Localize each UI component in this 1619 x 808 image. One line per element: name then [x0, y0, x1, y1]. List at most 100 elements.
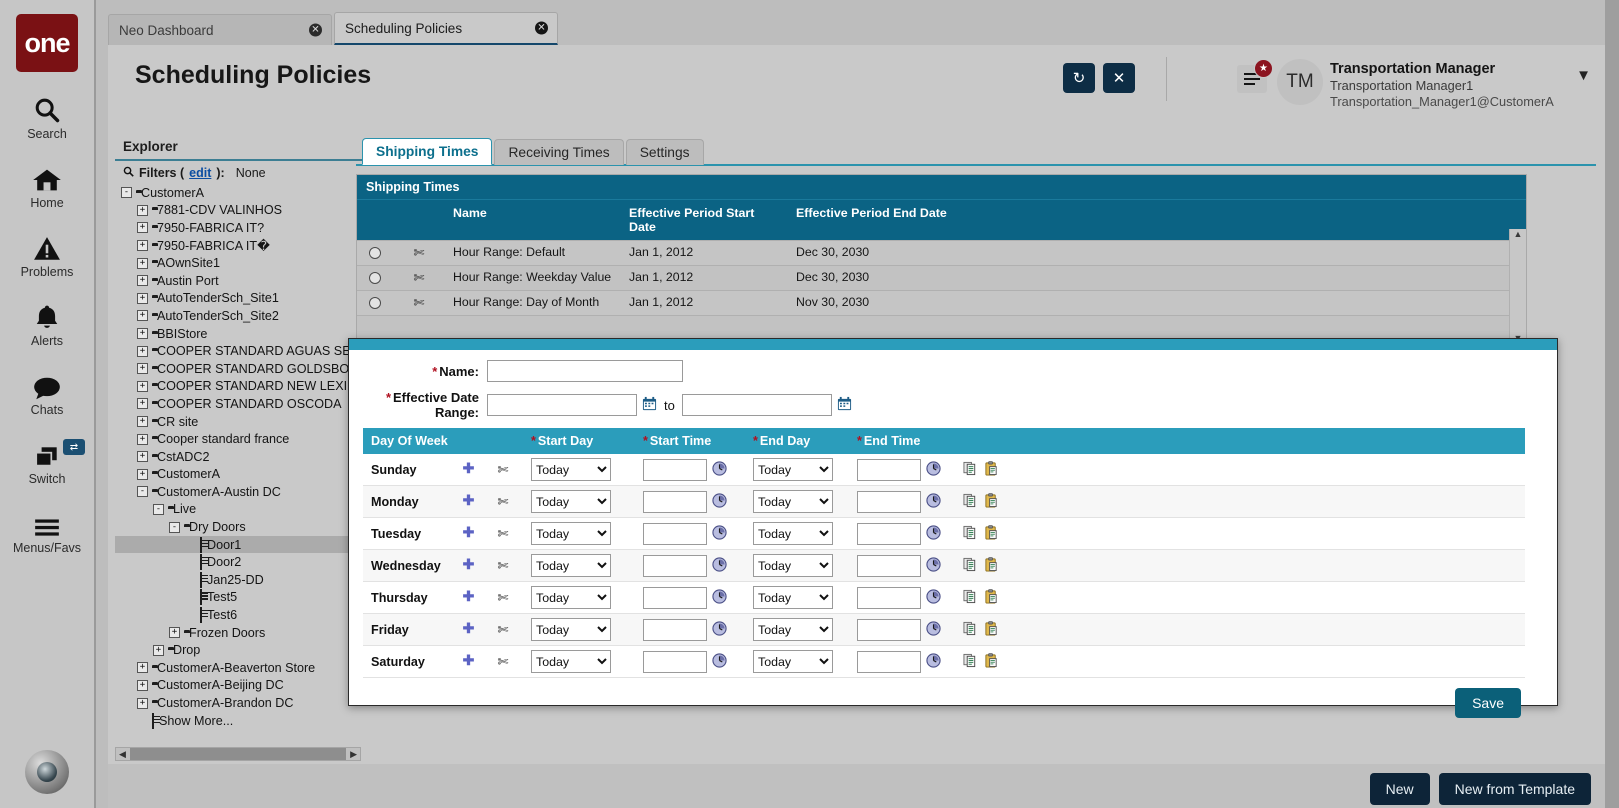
window-tab-neo-dashboard[interactable]: Neo Dashboard ✕ — [108, 14, 332, 45]
clock-icon[interactable] — [926, 591, 941, 607]
switch-badge-icon[interactable]: ⇄ — [63, 439, 85, 455]
start-day-select[interactable]: Today — [531, 490, 611, 513]
add-row-icon[interactable]: ✚ — [462, 591, 475, 604]
tab-settings[interactable]: Settings — [626, 139, 704, 165]
end-time-input[interactable] — [857, 555, 921, 577]
cell-row-action[interactable]: ✄ — [483, 614, 523, 646]
end-time-input[interactable] — [857, 523, 921, 545]
clock-icon[interactable] — [712, 559, 727, 575]
rail-item-problems[interactable]: Problems — [0, 232, 95, 279]
tree-node[interactable]: +AutoTenderSch_Site1 — [115, 290, 363, 308]
rail-item-switch[interactable]: ⇄ Switch — [0, 439, 95, 486]
tree-node[interactable]: +BBIStore — [115, 325, 363, 343]
app-logo[interactable]: one — [16, 14, 78, 72]
tree-node[interactable]: +CustomerA — [115, 466, 363, 484]
paste-icon[interactable] — [984, 591, 999, 607]
tree-node[interactable]: +CR site — [115, 413, 363, 431]
row-select-cell[interactable] — [357, 266, 393, 290]
assistant-orb-icon[interactable] — [25, 750, 69, 794]
cell-end-time[interactable] — [849, 518, 955, 550]
start-time-input[interactable] — [643, 619, 707, 641]
end-day-select[interactable]: Today — [753, 490, 833, 513]
start-time-input[interactable] — [643, 459, 707, 481]
table-row[interactable]: ✄Hour Range: Day of MonthJan 1, 2012Nov … — [357, 290, 1526, 315]
cell-start-time[interactable] — [635, 614, 745, 646]
scissors-icon[interactable]: ✄ — [498, 462, 509, 477]
tree-node[interactable]: +7950-FABRICA IT? — [115, 219, 363, 237]
cell-row-action[interactable]: ✄ — [483, 454, 523, 486]
paste-icon[interactable] — [984, 527, 999, 543]
clock-icon[interactable] — [712, 527, 727, 543]
copy-icon[interactable] — [963, 623, 978, 639]
cell-end-time[interactable] — [849, 486, 955, 518]
radio-icon[interactable] — [369, 297, 381, 309]
filters-edit-link[interactable]: edit — [189, 166, 211, 180]
tree-node[interactable]: +COOPER STANDARD AGUAS SEALING ( — [115, 342, 363, 360]
end-day-select[interactable]: Today — [753, 618, 833, 641]
window-tab-scheduling-policies[interactable]: Scheduling Policies ✕ — [334, 12, 558, 45]
cell-end-day[interactable]: Today — [745, 614, 849, 646]
expand-icon[interactable]: + — [137, 680, 148, 691]
rail-item-search[interactable]: Search — [0, 94, 95, 141]
cell-end-time[interactable] — [849, 454, 955, 486]
clock-icon[interactable] — [926, 623, 941, 639]
start-day-select[interactable]: Today — [531, 522, 611, 545]
tab-shipping-times[interactable]: Shipping Times — [362, 138, 492, 165]
end-time-input[interactable] — [857, 651, 921, 673]
paste-icon[interactable] — [984, 463, 999, 479]
cell-end-day[interactable]: Today — [745, 518, 849, 550]
expand-icon[interactable]: + — [153, 645, 164, 656]
clock-icon[interactable] — [712, 495, 727, 511]
tree-node[interactable]: +Cooper standard france — [115, 430, 363, 448]
cell-start-day[interactable]: Today — [523, 614, 635, 646]
cell-end-day[interactable]: Today — [745, 646, 849, 678]
cell-copy-paste[interactable] — [955, 486, 1525, 518]
table-row[interactable]: ✄Hour Range: Weekday ValueJan 1, 2012Dec… — [357, 265, 1526, 290]
add-row-icon[interactable]: ✚ — [462, 655, 475, 668]
copy-icon[interactable] — [963, 559, 978, 575]
tree-node[interactable]: Test5 — [115, 589, 363, 607]
close-icon[interactable]: ✕ — [309, 24, 322, 37]
save-button[interactable]: Save — [1455, 688, 1521, 718]
cell-start-time[interactable] — [635, 646, 745, 678]
row-select-cell[interactable] — [357, 291, 393, 315]
scissors-icon[interactable]: ✄ — [414, 270, 425, 286]
cell-end-day[interactable]: Today — [745, 582, 849, 614]
tree-node[interactable]: -Dry Doors — [115, 518, 363, 536]
cell-start-time[interactable] — [635, 518, 745, 550]
cell-copy-paste[interactable] — [955, 518, 1525, 550]
cell-copy-paste[interactable] — [955, 550, 1525, 582]
cell-copy-paste[interactable] — [955, 614, 1525, 646]
close-icon[interactable]: ✕ — [535, 22, 548, 35]
tree-node[interactable]: +CustomerA-Beaverton Store — [115, 659, 363, 677]
tree-node[interactable]: Jan25-DD — [115, 571, 363, 589]
cell-end-time[interactable] — [849, 550, 955, 582]
scroll-thumb[interactable] — [130, 748, 346, 760]
cell-copy-paste[interactable] — [955, 582, 1525, 614]
close-page-button[interactable]: ✕ — [1103, 63, 1135, 93]
new-from-template-button[interactable]: New from Template — [1439, 773, 1591, 805]
expand-icon[interactable]: + — [137, 469, 148, 480]
cell-row-action[interactable]: ✄ — [483, 582, 523, 614]
tree-node[interactable]: +7881-CDV VALINHOS — [115, 202, 363, 220]
tree-node[interactable]: Show More... — [115, 712, 363, 730]
collapse-icon[interactable]: - — [153, 504, 164, 515]
expand-icon[interactable]: + — [137, 258, 148, 269]
end-time-input[interactable] — [857, 491, 921, 513]
expand-icon[interactable]: + — [137, 451, 148, 462]
expand-icon[interactable]: + — [137, 698, 148, 709]
add-row-icon[interactable]: ✚ — [462, 623, 475, 636]
end-day-select[interactable]: Today — [753, 458, 833, 481]
explorer-tree[interactable]: -CustomerA+7881-CDV VALINHOS+7950-FABRIC… — [115, 184, 363, 746]
cell-end-day[interactable]: Today — [745, 486, 849, 518]
tree-node[interactable]: +Austin Port — [115, 272, 363, 290]
scissors-icon[interactable]: ✄ — [414, 245, 425, 261]
paste-icon[interactable] — [984, 623, 999, 639]
tree-node[interactable]: +AutoTenderSch_Site2 — [115, 307, 363, 325]
copy-icon[interactable] — [963, 463, 978, 479]
expand-icon[interactable]: + — [169, 627, 180, 638]
cell-copy-paste[interactable] — [955, 646, 1525, 678]
tree-node[interactable]: +Frozen Doors — [115, 624, 363, 642]
expand-icon[interactable]: + — [137, 222, 148, 233]
expand-icon[interactable]: + — [137, 310, 148, 321]
